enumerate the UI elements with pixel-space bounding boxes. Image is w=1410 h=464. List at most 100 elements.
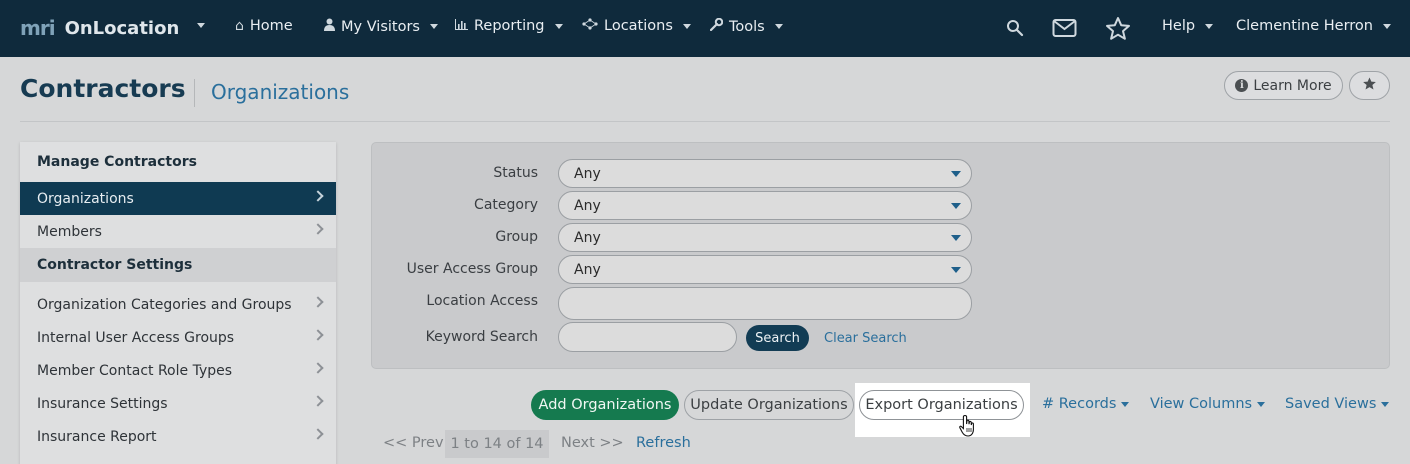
brand-name: OnLocation xyxy=(64,17,180,39)
sidebar-item-label: Organization Categories and Groups xyxy=(37,296,292,313)
chevron-down-icon xyxy=(1381,401,1390,407)
mri-logo-mark: mri xyxy=(20,16,56,40)
bar-chart-icon xyxy=(455,18,468,34)
view-columns-label: View Columns xyxy=(1150,396,1253,412)
nav-home-label: Home xyxy=(249,18,293,34)
chevron-right-icon xyxy=(312,395,324,407)
search-button[interactable]: Search xyxy=(746,325,809,351)
user-access-group-label: User Access Group xyxy=(406,261,538,277)
keyword-search-label: Keyword Search xyxy=(425,329,538,345)
user-icon xyxy=(324,18,335,35)
chevron-down-icon xyxy=(682,23,691,29)
page-range: 1 to 14 of 14 xyxy=(445,430,549,458)
filter-panel: Status Any Category Any Group Any User A… xyxy=(371,142,1390,369)
location-access-input[interactable] xyxy=(558,287,972,320)
category-label: Category xyxy=(474,197,538,213)
sidebar-heading-settings: Contractor Settings xyxy=(20,248,336,282)
sidebar-item-label: Member Contact Role Types xyxy=(37,362,233,379)
sidebar-item-org-categories[interactable]: Organization Categories and Groups xyxy=(20,288,336,321)
sidebar-heading-manage: Manage Contractors xyxy=(37,154,197,170)
sidebar-item-label: Internal User Access Groups xyxy=(37,329,235,346)
group-select[interactable]: Any xyxy=(558,223,972,252)
sidebar-item-insurance-report[interactable]: Insurance Report xyxy=(20,420,336,453)
sidebar-item-label: Insurance Report xyxy=(37,428,157,445)
hand-cursor-icon xyxy=(959,414,974,437)
chevron-right-icon xyxy=(312,190,324,202)
sidebar-item-member-contact-roles[interactable]: Member Contact Role Types xyxy=(20,354,336,387)
category-value: Any xyxy=(574,197,601,214)
learn-more-label: Learn More xyxy=(1253,77,1332,94)
network-icon xyxy=(582,18,598,34)
brand-dropdown-caret-icon[interactable] xyxy=(197,23,205,28)
add-organizations-button[interactable]: Add Organizations xyxy=(531,390,679,420)
chevron-right-icon xyxy=(312,296,324,308)
nav-locations-label: Locations xyxy=(604,18,673,34)
nav-reporting[interactable]: Reporting xyxy=(455,18,563,34)
chevron-right-icon xyxy=(312,428,324,440)
chevron-down-icon xyxy=(1205,23,1214,29)
sidebar-item-members[interactable]: Members xyxy=(20,215,336,248)
nav-my-visitors-label: My Visitors xyxy=(341,18,420,35)
search-icon[interactable] xyxy=(1006,18,1024,43)
chevron-down-icon xyxy=(430,24,438,29)
sidebar: Manage Contractors Organizations Members… xyxy=(20,142,336,464)
dropdown-caret-icon xyxy=(951,203,961,209)
title-divider xyxy=(194,79,195,107)
star-icon[interactable] xyxy=(1105,16,1131,47)
chevron-down-icon xyxy=(1382,23,1391,29)
saved-views-dropdown[interactable]: Saved Views xyxy=(1285,396,1390,412)
prev-page-link[interactable]: << Prev xyxy=(383,435,444,451)
records-dropdown[interactable]: # Records xyxy=(1042,396,1130,412)
update-organizations-button[interactable]: Update Organizations xyxy=(684,390,854,420)
chevron-down-icon xyxy=(774,24,783,29)
group-value: Any xyxy=(574,229,601,246)
user-access-group-select[interactable]: Any xyxy=(558,255,972,284)
sidebar-item-insurance-settings[interactable]: Insurance Settings xyxy=(20,387,336,420)
user-access-group-value: Any xyxy=(574,261,601,278)
records-label: # Records xyxy=(1042,396,1117,412)
sidebar-item-label: Members xyxy=(37,223,102,240)
nav-tools-label: Tools xyxy=(729,18,765,35)
star-filled-icon xyxy=(1362,76,1377,95)
location-access-label: Location Access xyxy=(426,293,538,309)
nav-locations[interactable]: Locations xyxy=(582,18,691,34)
chevron-right-icon xyxy=(312,362,324,374)
dropdown-caret-icon xyxy=(951,171,961,177)
chevron-right-icon xyxy=(312,329,324,341)
status-label: Status xyxy=(493,165,538,181)
view-columns-dropdown[interactable]: View Columns xyxy=(1150,396,1266,412)
chevron-right-icon xyxy=(312,223,324,235)
status-select[interactable]: Any xyxy=(558,159,972,188)
info-icon: i xyxy=(1235,79,1249,92)
dropdown-caret-icon xyxy=(951,267,961,273)
favorite-button[interactable] xyxy=(1349,71,1390,100)
chevron-down-icon xyxy=(1257,401,1266,407)
nav-my-visitors[interactable]: My Visitors xyxy=(324,18,438,35)
dropdown-caret-icon xyxy=(951,235,961,241)
clear-search-link[interactable]: Clear Search xyxy=(824,331,907,346)
nav-help[interactable]: Help xyxy=(1162,18,1214,34)
nav-user-menu[interactable]: Clementine Herron xyxy=(1236,18,1391,34)
chevron-down-icon xyxy=(554,23,563,29)
sidebar-item-label: Organizations xyxy=(37,190,134,207)
refresh-link[interactable]: Refresh xyxy=(636,435,691,451)
group-label: Group xyxy=(495,229,538,245)
header-divider xyxy=(20,121,1390,122)
export-organizations-button[interactable]: Export Organizations xyxy=(859,390,1024,420)
sidebar-item-label: Insurance Settings xyxy=(37,395,168,412)
sidebar-item-organizations[interactable]: Organizations xyxy=(20,182,336,215)
next-page-link[interactable]: Next >> xyxy=(561,435,624,451)
learn-more-button[interactable]: i Learn More xyxy=(1224,71,1343,100)
page-title: Contractors xyxy=(20,74,186,103)
chevron-down-icon xyxy=(1121,401,1130,407)
home-icon: ⌂ xyxy=(235,18,244,34)
nav-home[interactable]: ⌂ Home xyxy=(235,18,293,34)
nav-tools[interactable]: Tools xyxy=(709,17,783,35)
keyword-search-input[interactable] xyxy=(558,322,737,352)
saved-views-label: Saved Views xyxy=(1285,396,1377,412)
brand-logo[interactable]: mri OnLocation xyxy=(20,16,179,40)
nav-help-label: Help xyxy=(1162,18,1196,34)
mail-icon[interactable] xyxy=(1052,18,1077,44)
sidebar-item-internal-user-access[interactable]: Internal User Access Groups xyxy=(20,321,336,354)
category-select[interactable]: Any xyxy=(558,191,972,220)
